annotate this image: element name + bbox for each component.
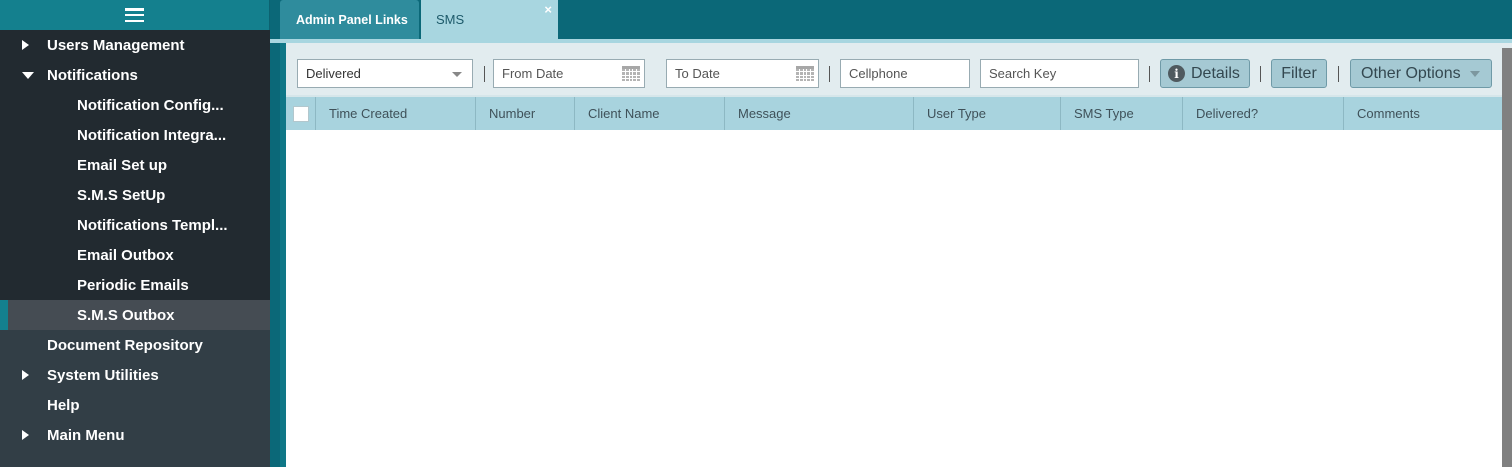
column-header-label: SMS Type [1074, 106, 1134, 121]
search-key-input[interactable]: Search Key [980, 59, 1139, 88]
chevron-down-icon [1469, 70, 1480, 77]
column-header-user-type[interactable]: User Type [914, 97, 1061, 130]
search-key-placeholder: Search Key [989, 66, 1057, 81]
column-header-label: Message [738, 106, 791, 121]
from-date-placeholder: From Date [502, 66, 564, 81]
toolbar-divider [1260, 66, 1261, 82]
active-indicator [0, 300, 8, 330]
other-options-button[interactable]: Other Options [1350, 59, 1492, 88]
tab-label: SMS [436, 12, 465, 27]
sidebar-item-label: System Utilities [47, 366, 159, 384]
filter-toolbar: Delivered From Date To Date Cellphone Se… [286, 43, 1512, 95]
cellphone-input[interactable]: Cellphone [840, 59, 970, 88]
column-header-client-name[interactable]: Client Name [575, 97, 725, 130]
column-header-label: Comments [1357, 106, 1420, 121]
dropdown-arrow-icon [452, 72, 462, 77]
select-all-column [286, 97, 316, 130]
column-header-label: Delivered? [1196, 106, 1259, 121]
sidebar-item-help[interactable]: Help [0, 390, 270, 420]
column-header-label: User Type [927, 106, 987, 121]
grid-header: Time Created Number Client Name Message … [286, 97, 1512, 130]
filter-button-label: Filter [1281, 64, 1317, 82]
column-header-delivered[interactable]: Delivered? [1183, 97, 1344, 130]
tab-admin-panel-links[interactable]: Admin Panel Links [280, 0, 419, 39]
scrollbar[interactable] [1502, 48, 1512, 467]
sidebar-item-notification-integration[interactable]: Notification Integra... [0, 120, 270, 150]
other-options-button-label: Other Options [1361, 64, 1461, 82]
filter-button[interactable]: Filter [1271, 59, 1327, 88]
column-header-number[interactable]: Number [476, 97, 575, 130]
sidebar: Users Management Notifications Notificat… [0, 0, 270, 467]
caret-right-icon [22, 360, 29, 390]
hamburger-icon [125, 8, 144, 22]
sidebar-item-label: Users Management [47, 36, 185, 54]
sidebar-item-label: Document Repository [47, 336, 203, 354]
sidebar-item-label: Notification Integra... [77, 126, 227, 144]
sidebar-item-label: Periodic Emails [77, 276, 189, 294]
to-date-input[interactable]: To Date [666, 59, 819, 88]
sidebar-item-label: Help [47, 396, 80, 414]
sidebar-item-label: Notification Config... [77, 96, 224, 114]
sidebar-item-label: S.M.S SetUp [77, 186, 166, 204]
sidebar-item-system-utilities[interactable]: System Utilities [0, 360, 270, 390]
calendar-icon[interactable] [622, 66, 640, 81]
column-header-comments[interactable]: Comments [1344, 97, 1512, 130]
column-header-label: Number [489, 106, 536, 121]
toolbar-divider [1149, 66, 1150, 82]
sidebar-item-label: Email Outbox [77, 246, 174, 264]
caret-down-icon [22, 60, 34, 90]
column-header-sms-type[interactable]: SMS Type [1061, 97, 1183, 130]
status-select-value: Delivered [306, 66, 361, 81]
sidebar-item-label: S.M.S Outbox [77, 306, 175, 324]
sidebar-item-sms-setup[interactable]: S.M.S SetUp [0, 180, 270, 210]
sidebar-item-users-management[interactable]: Users Management [0, 30, 270, 60]
status-select[interactable]: Delivered [297, 59, 473, 88]
main-area: Admin Panel Links SMS × Delivered From D… [270, 0, 1512, 467]
info-icon: i [1168, 65, 1185, 82]
column-header-time-created[interactable]: Time Created [316, 97, 476, 130]
sidebar-item-document-repository[interactable]: Document Repository [0, 330, 270, 360]
sidebar-item-sms-outbox[interactable]: S.M.S Outbox [0, 300, 270, 330]
grid-body [286, 130, 1512, 467]
from-date-input[interactable]: From Date [493, 59, 645, 88]
select-all-checkbox[interactable] [292, 105, 309, 122]
sidebar-item-label: Notifications [47, 66, 138, 84]
tab-bar: Admin Panel Links SMS × [270, 0, 1512, 39]
toolbar-divider [829, 66, 830, 82]
sms-outbox-panel: Delivered From Date To Date Cellphone Se… [280, 43, 1512, 467]
close-icon[interactable]: × [544, 3, 552, 16]
cellphone-placeholder: Cellphone [849, 66, 908, 81]
caret-right-icon [22, 420, 29, 450]
sidebar-item-main-menu[interactable]: Main Menu [0, 420, 270, 450]
sidebar-item-label: Notifications Templ... [77, 216, 228, 234]
sidebar-item-notifications-templates[interactable]: Notifications Templ... [0, 210, 270, 240]
sidebar-item-label: Main Menu [47, 426, 125, 444]
sidebar-item-notifications[interactable]: Notifications [0, 60, 270, 90]
toolbar-divider [1338, 66, 1339, 82]
details-button[interactable]: i Details [1160, 59, 1250, 88]
sidebar-item-label: Email Set up [77, 156, 168, 174]
column-header-label: Time Created [329, 106, 408, 121]
calendar-icon[interactable] [796, 66, 814, 81]
sidebar-item-email-setup[interactable]: Email Set up [0, 150, 270, 180]
menu-toggle-button[interactable] [0, 0, 270, 30]
tab-sms[interactable]: SMS × [421, 0, 558, 39]
caret-right-icon [22, 30, 29, 60]
sidebar-item-periodic-emails[interactable]: Periodic Emails [0, 270, 270, 300]
details-button-label: Details [1191, 64, 1240, 82]
column-header-label: Client Name [588, 106, 660, 121]
tab-label: Admin Panel Links [296, 12, 408, 27]
sidebar-item-notification-config[interactable]: Notification Config... [0, 90, 270, 120]
to-date-placeholder: To Date [675, 66, 720, 81]
sidebar-item-email-outbox[interactable]: Email Outbox [0, 240, 270, 270]
toolbar-divider [484, 66, 485, 82]
column-header-message[interactable]: Message [725, 97, 914, 130]
